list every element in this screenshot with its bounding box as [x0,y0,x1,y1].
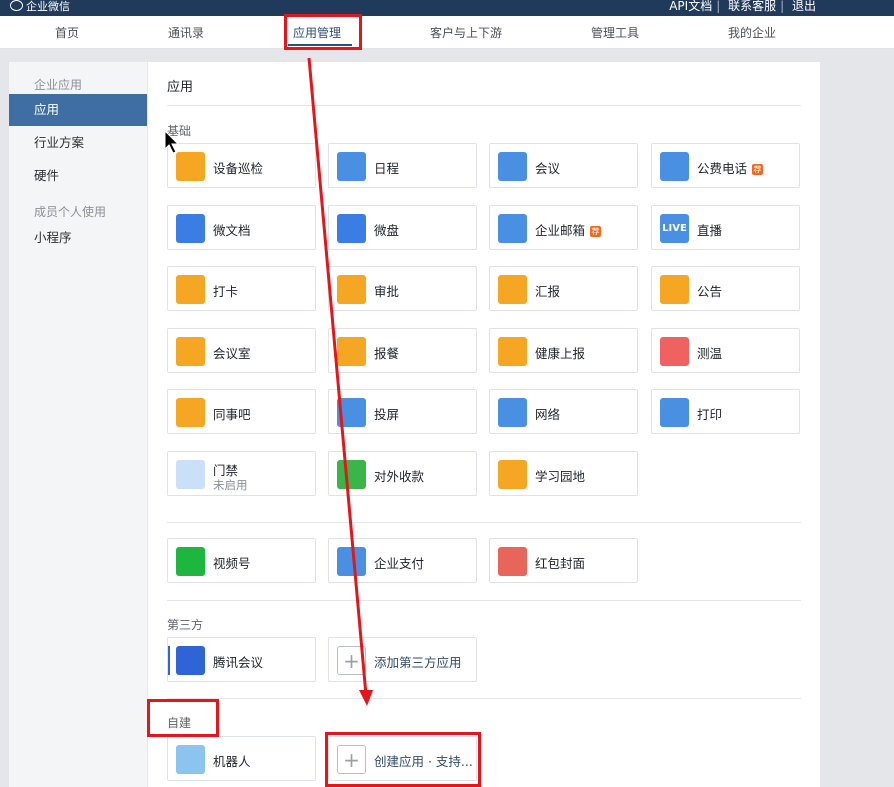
annotation-arrow [307,57,373,706]
mouse-cursor-icon [164,130,180,154]
